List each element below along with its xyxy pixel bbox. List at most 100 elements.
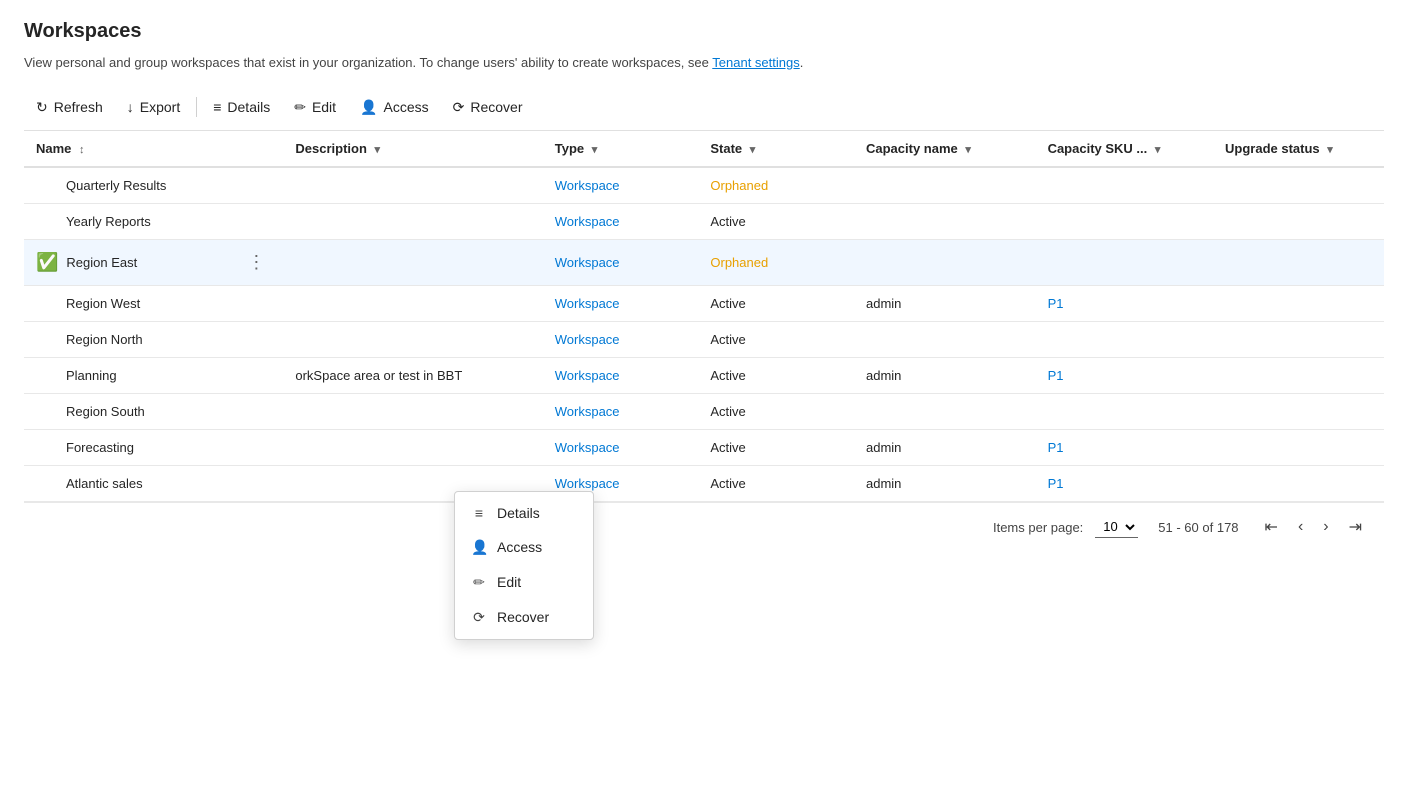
row-upgrade-status-cell — [1213, 466, 1384, 502]
row-menu-button[interactable]: ⋮ — [241, 250, 271, 275]
col-header-capacity-name[interactable]: Capacity name ▾ — [854, 131, 1036, 167]
row-type-cell: Workspace — [543, 240, 699, 286]
context-menu-access[interactable]: 👤 Access — [455, 530, 593, 565]
workspaces-page: Workspaces View personal and group works… — [0, 0, 1408, 571]
row-name: Region North — [66, 332, 143, 347]
col-header-capacity-sku[interactable]: Capacity SKU ... ▾ — [1036, 131, 1213, 167]
access-button[interactable]: 👤 Access — [348, 93, 441, 122]
context-recover-icon: ⟳ — [471, 609, 487, 626]
col-header-description[interactable]: Description ▾ — [283, 131, 542, 167]
row-upgrade-status-cell — [1213, 322, 1384, 358]
row-name: Quarterly Results — [66, 178, 166, 193]
row-name: Region East — [66, 255, 137, 270]
table-row[interactable]: Planning orkSpace area or test in BBT Wo… — [24, 358, 1384, 394]
table-row[interactable]: ✅ Region East ⋮ Workspace Orphaned — [24, 240, 1384, 286]
row-capacity-name-cell: admin — [854, 358, 1036, 394]
row-name-cell: Region South — [24, 394, 283, 430]
row-name: Forecasting — [66, 440, 134, 455]
refresh-icon: ↻ — [36, 99, 48, 116]
pagination-items-label: Items per page: — [993, 520, 1083, 535]
pagination-prev-button[interactable]: ‹ — [1292, 516, 1309, 538]
row-state-cell: Active — [698, 394, 854, 430]
row-type-cell: Workspace — [543, 167, 699, 204]
row-name-cell: Forecasting — [24, 430, 283, 466]
row-capacity-name-cell — [854, 394, 1036, 430]
row-type-cell: Workspace — [543, 430, 699, 466]
pagination-next-button[interactable]: › — [1317, 516, 1334, 538]
row-state-cell: Active — [698, 430, 854, 466]
row-check-icon: ✅ — [36, 252, 58, 273]
row-description-cell — [283, 430, 542, 466]
details-button[interactable]: ≡ Details — [201, 93, 282, 121]
row-name-cell: ✅ Region East ⋮ — [24, 240, 283, 286]
row-description-cell — [283, 286, 542, 322]
col-header-name[interactable]: Name ↕ — [24, 131, 283, 167]
state-sort-icon: ▾ — [750, 144, 756, 156]
col-header-state[interactable]: State ▾ — [698, 131, 854, 167]
table-row[interactable]: Forecasting Workspace Active admin P1 — [24, 430, 1384, 466]
details-icon: ≡ — [213, 99, 221, 115]
row-description-cell — [283, 240, 542, 286]
row-capacity-name-cell: admin — [854, 430, 1036, 466]
desc-sort-icon: ▾ — [375, 144, 381, 156]
row-upgrade-status-cell — [1213, 240, 1384, 286]
refresh-button[interactable]: ↻ Refresh — [24, 93, 115, 122]
col-header-type[interactable]: Type ▾ — [543, 131, 699, 167]
row-capacity-name-cell — [854, 240, 1036, 286]
table-row[interactable]: Quarterly Results Workspace Orphaned — [24, 167, 1384, 204]
row-name-cell: Quarterly Results — [24, 168, 283, 204]
table-row[interactable]: Region South Workspace Active — [24, 394, 1384, 430]
context-menu: ≡ Details 👤 Access ✏ Edit ⟳ Recover — [454, 491, 594, 640]
row-description-cell — [283, 394, 542, 430]
row-capacity-sku-cell: P1 — [1036, 358, 1213, 394]
table-row[interactable]: Atlantic sales Workspace Active admin P1 — [24, 466, 1384, 502]
row-capacity-sku-cell — [1036, 322, 1213, 358]
row-upgrade-status-cell — [1213, 358, 1384, 394]
capname-sort-icon: ▾ — [965, 144, 971, 156]
table-row[interactable]: Region North Workspace Active — [24, 322, 1384, 358]
row-capacity-sku-cell — [1036, 204, 1213, 240]
toolbar-divider — [196, 97, 197, 117]
row-upgrade-status-cell — [1213, 286, 1384, 322]
col-header-upgrade-status[interactable]: Upgrade status ▾ — [1213, 131, 1384, 167]
row-capacity-sku-cell: P1 — [1036, 466, 1213, 502]
pagination-last-button[interactable]: ⇥ — [1343, 515, 1368, 539]
recover-icon: ⟳ — [453, 99, 465, 116]
table-row[interactable]: Region West Workspace Active admin P1 — [24, 286, 1384, 322]
type-sort-icon: ▾ — [592, 144, 598, 156]
row-description-cell — [283, 322, 542, 358]
edit-button[interactable]: ✏ Edit — [282, 93, 348, 122]
context-menu-details[interactable]: ≡ Details — [455, 496, 593, 530]
table-row[interactable]: Yearly Reports Workspace Active — [24, 204, 1384, 240]
row-upgrade-status-cell — [1213, 394, 1384, 430]
name-sort-icon: ↕ — [79, 144, 85, 156]
row-capacity-sku-cell — [1036, 240, 1213, 286]
row-state-cell: Active — [698, 358, 854, 394]
row-name-cell: Region North — [24, 322, 283, 358]
row-capacity-name-cell — [854, 204, 1036, 240]
row-name: Yearly Reports — [66, 214, 151, 229]
row-capacity-sku-cell — [1036, 167, 1213, 204]
row-description-cell — [283, 204, 542, 240]
row-description-cell: orkSpace area or test in BBT — [283, 358, 542, 394]
toolbar: ↻ Refresh ↓ Export ≡ Details ✏ Edit 👤 Ac… — [24, 93, 1384, 131]
pagination-items-select[interactable]: 10 25 50 — [1095, 516, 1138, 538]
row-name: Region West — [66, 296, 140, 311]
row-name-cell: Yearly Reports — [24, 204, 283, 240]
row-upgrade-status-cell — [1213, 204, 1384, 240]
pagination: Items per page: 10 25 50 51 - 60 of 178 … — [24, 502, 1384, 551]
row-capacity-sku-cell: P1 — [1036, 286, 1213, 322]
context-menu-recover[interactable]: ⟳ Recover — [455, 600, 593, 635]
tenant-settings-link[interactable]: Tenant settings — [712, 55, 799, 70]
context-menu-edit[interactable]: ✏ Edit — [455, 565, 593, 600]
capsku-sort-icon: ▾ — [1155, 144, 1161, 156]
row-name-cell: Region West — [24, 286, 283, 322]
pagination-first-button[interactable]: ⇤ — [1259, 515, 1284, 539]
export-button[interactable]: ↓ Export — [115, 93, 192, 121]
row-name: Region South — [66, 404, 145, 419]
recover-button[interactable]: ⟳ Recover — [441, 93, 535, 122]
table-container: Name ↕ Description ▾ Type ▾ State ▾ Capa… — [24, 131, 1384, 503]
row-upgrade-status-cell — [1213, 167, 1384, 204]
access-icon: 👤 — [360, 99, 377, 116]
row-type-cell: Workspace — [543, 204, 699, 240]
